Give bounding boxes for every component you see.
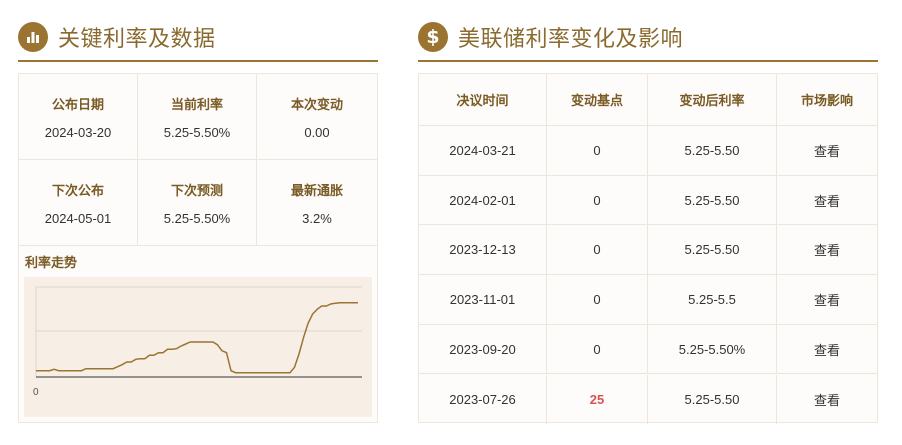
col-header-rate: 变动后利率 (648, 74, 777, 125)
stat-announce-date: 公布日期 2024-03-20 (19, 74, 138, 160)
fed-rate-title: 美联储利率变化及影响 (458, 27, 684, 52)
cell-rate: 5.25-5.50 (648, 225, 777, 275)
cell-rate: 5.25-5.50% (648, 324, 777, 374)
stat-change: 本次变动 0.00 (257, 74, 377, 160)
table-header: 决议时间 变动基点 变动后利率 市场影响 (419, 74, 877, 126)
stat-label: 当前利率 (170, 96, 223, 112)
cell-date: 2023-09-20 (419, 324, 547, 374)
trend-chart-svg: 0 (33, 286, 362, 398)
cell-impact-link[interactable]: 查看 (777, 375, 877, 425)
cell-rate: 5.25-5.50 (648, 126, 777, 175)
cell-date: 2024-03-21 (419, 126, 547, 175)
stat-latest-inflation: 最新通胀 3.2% (257, 160, 377, 246)
stat-next-announce: 下次公布 2024-05-01 (19, 160, 138, 246)
stat-label: 本次变动 (290, 96, 343, 112)
stat-label: 下次公布 (51, 182, 104, 198)
key-rates-header: 关键利率及数据 (18, 21, 216, 53)
cell-impact-link[interactable]: 查看 (777, 126, 877, 175)
table-row: 2024-03-21 0 5.25-5.50 查看 (419, 126, 877, 176)
cell-rate: 5.25-5.50 (648, 374, 777, 425)
cell-date: 2024-02-01 (419, 175, 547, 225)
rate-trend-line (36, 301, 358, 374)
cell-basis-points: 25 (547, 374, 648, 425)
right-divider (418, 60, 878, 62)
y-tick-label: 0 (33, 387, 39, 398)
fed-rate-header: $ 美联储利率变化及影响 (418, 21, 683, 53)
table-row: 2023-11-01 0 5.25-5.5 查看 (419, 275, 877, 325)
trend-label: 利率走势 (25, 255, 78, 270)
key-data-panel: 公布日期 2024-03-20 当前利率 5.25-5.50% 本次变动 0.0… (18, 73, 378, 423)
key-rates-title: 关键利率及数据 (58, 27, 216, 52)
stat-value: 2024-03-20 (44, 124, 112, 140)
rate-trend-chart: 0 (24, 277, 372, 417)
bar-chart-icon (18, 22, 48, 52)
col-header-impact: 市场影响 (800, 93, 853, 108)
cell-date: 2023-07-26 (419, 374, 547, 425)
dollar-icon: $ (418, 22, 448, 52)
table-row: 2023-07-26 25 5.25-5.50 查看 (419, 374, 877, 425)
col-header-bp: 变动基点 (547, 74, 648, 125)
cell-basis-points: 0 (547, 126, 648, 175)
cell-impact-link[interactable]: 查看 (777, 275, 877, 324)
cell-basis-points: 0 (547, 175, 648, 225)
cell-basis-points: 0 (547, 275, 648, 324)
cell-basis-points: 0 (547, 225, 648, 275)
stat-label: 最新通胀 (290, 182, 343, 198)
cell-impact-link[interactable]: 查看 (777, 225, 877, 274)
left-divider (18, 60, 378, 62)
stat-label: 下次预测 (170, 182, 223, 198)
stat-next-forecast: 下次预测 5.25-5.50% (138, 160, 257, 246)
stat-value: 5.25-5.50% (163, 124, 231, 140)
stat-value: 0.00 (304, 124, 330, 140)
cell-impact-link[interactable]: 查看 (777, 325, 877, 374)
stat-label: 公布日期 (51, 96, 104, 112)
table-row: 2024-02-01 0 5.25-5.50 查看 (419, 175, 877, 226)
stat-value: 2024-05-01 (44, 210, 112, 226)
fed-rate-table: 决议时间 变动基点 变动后利率 市场影响 2024-03-21 0 5.25-5.5… (418, 73, 878, 425)
col-header-date: 决议时间 (419, 74, 547, 125)
cell-date: 2023-11-01 (419, 275, 547, 324)
cell-date: 2023-12-13 (419, 225, 547, 275)
cell-rate: 5.25-5.50 (648, 175, 777, 225)
table-row: 2023-09-20 0 5.25-5.50% 查看 (419, 324, 877, 375)
stat-value: 3.2% (302, 210, 332, 226)
cell-impact-link[interactable]: 查看 (777, 176, 877, 225)
cell-basis-points: 0 (547, 324, 648, 374)
table-row: 2023-12-13 0 5.25-5.50 查看 (419, 225, 877, 276)
stat-current-rate: 当前利率 5.25-5.50% (138, 74, 257, 160)
cell-rate: 5.25-5.5 (648, 275, 777, 324)
stat-value: 5.25-5.50% (163, 210, 231, 226)
